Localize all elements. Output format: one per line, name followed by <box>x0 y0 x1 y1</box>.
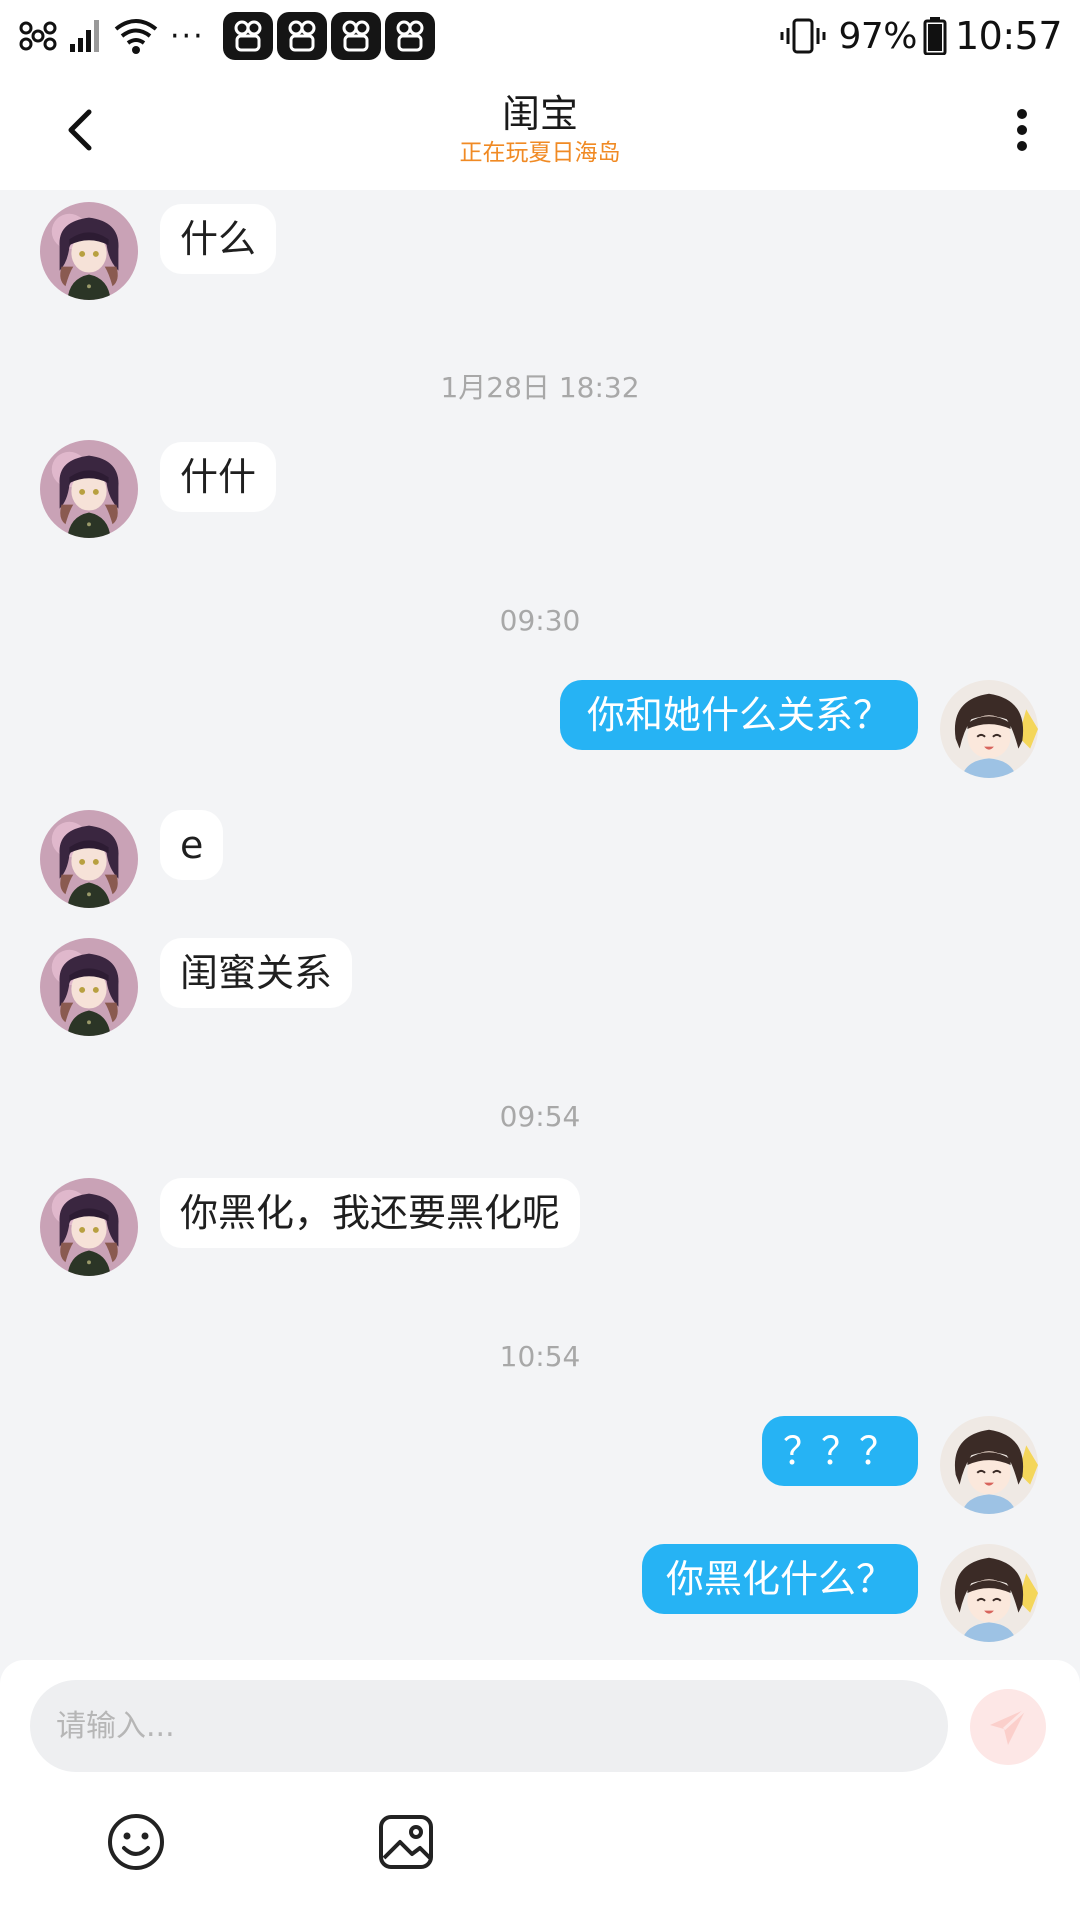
back-button[interactable] <box>50 100 110 160</box>
message-composer <box>0 1660 1080 1920</box>
app-notification-icon <box>330 12 381 60</box>
app-notification-icon <box>222 12 273 60</box>
wifi-icon <box>112 17 160 55</box>
my-avatar[interactable] <box>940 680 1038 778</box>
battery-icon <box>923 17 947 55</box>
contact-avatar[interactable] <box>40 1178 138 1276</box>
message-bubble-received[interactable]: 什什 <box>160 442 277 512</box>
message-bubble-received[interactable]: 你黑化，我还要黑化呢 <box>160 1178 581 1248</box>
signal-weak-icon <box>16 16 60 56</box>
contact-status: 正在玩夏日海岛 <box>459 140 621 166</box>
more-vertical-icon <box>1017 109 1027 151</box>
battery-percent: 97% <box>838 15 917 57</box>
my-avatar[interactable] <box>940 1544 1038 1642</box>
timestamp: 1月28日 18:32 <box>440 371 640 404</box>
contact-avatar[interactable] <box>40 810 138 908</box>
chevron-left-icon <box>68 109 92 151</box>
status-right: 97% 10:57 <box>780 12 1063 60</box>
timestamp: 09:54 <box>499 1100 581 1133</box>
contact-avatar[interactable] <box>40 202 138 300</box>
app-notification-icon <box>384 12 435 60</box>
cell-signal-icon <box>68 18 100 54</box>
emoji-button[interactable] <box>104 1810 168 1874</box>
message-list[interactable]: 什么 1月28日 18:32 什什 09:30 你和她什么关系？ e 闺蜜关系 … <box>0 190 1080 1660</box>
emoji-icon <box>108 1814 164 1870</box>
clock: 10:57 <box>954 14 1063 58</box>
header-title-area: 闺宝 正在玩夏日海岛 <box>340 90 740 168</box>
chat-header: 闺宝 正在玩夏日海岛 <box>0 72 1080 190</box>
app-notification-icon <box>276 12 327 60</box>
timestamp: 09:30 <box>499 604 581 637</box>
message-bubble-received[interactable]: 闺蜜关系 <box>160 938 353 1008</box>
more-options-button[interactable] <box>992 100 1052 160</box>
message-bubble-sent[interactable]: 你和她什么关系？ <box>560 680 918 750</box>
send-icon <box>990 1707 1028 1745</box>
status-bar: ··· 97% 10:57 <box>0 0 1080 72</box>
timestamp: 10:54 <box>499 1340 581 1373</box>
contact-name: 闺宝 <box>501 92 578 136</box>
message-bubble-received[interactable]: e <box>160 810 224 880</box>
message-bubble-sent[interactable]: ？？？ <box>762 1416 918 1486</box>
contact-avatar[interactable] <box>40 938 138 1036</box>
message-input[interactable] <box>30 1680 948 1772</box>
status-left: ··· <box>16 12 435 60</box>
vibrate-icon <box>780 16 826 56</box>
image-button[interactable] <box>374 1810 438 1874</box>
my-avatar[interactable] <box>940 1416 1038 1514</box>
message-bubble-received[interactable]: 什么 <box>160 204 277 274</box>
image-icon <box>379 1815 433 1869</box>
send-button[interactable] <box>970 1689 1046 1765</box>
more-indicator: ··· <box>170 18 205 54</box>
contact-avatar[interactable] <box>40 440 138 538</box>
message-bubble-sent[interactable]: 你黑化什么？ <box>642 1544 918 1614</box>
